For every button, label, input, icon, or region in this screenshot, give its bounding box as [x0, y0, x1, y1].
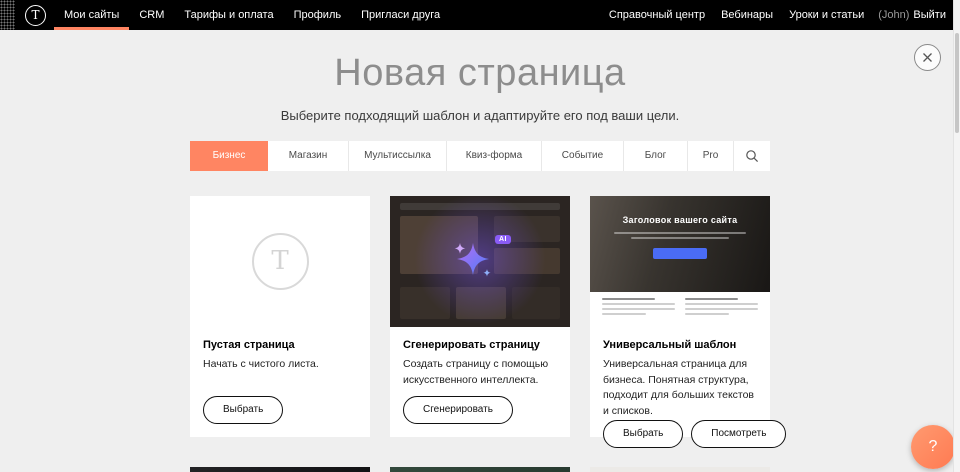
tab-blog[interactable]: Блог [624, 141, 688, 171]
tilda-mark-letter: T [271, 246, 288, 276]
secondary-nav: Справочный центр Вебинары Уроки и статьи… [601, 0, 960, 30]
template-preview [590, 467, 770, 472]
placeholder-line [602, 308, 675, 310]
placeholder-line [614, 232, 746, 234]
template-category-tabs: Бизнес Магазин Мультиссылка Квиз-форма С… [190, 141, 770, 171]
nav-webinars[interactable]: Вебинары [713, 9, 781, 21]
tab-event[interactable]: Событие [542, 141, 624, 171]
preview-site-heading: Заголовок вашего сайта [623, 215, 738, 225]
main-nav: Мои сайты CRM Тарифы и оплата Профиль Пр… [54, 0, 450, 30]
template-preview [190, 467, 370, 472]
tab-pro[interactable]: Pro [688, 141, 734, 171]
template-card[interactable] [390, 467, 570, 472]
preview-text-column [602, 298, 675, 321]
tilda-logo-letter: T [31, 9, 39, 21]
scrollbar-track[interactable] [953, 0, 960, 472]
generate-page-button[interactable]: Сгенерировать [403, 396, 513, 424]
template-preview [390, 467, 570, 472]
ai-sparkle-icon: AI [451, 236, 509, 286]
search-icon [745, 149, 759, 163]
template-card[interactable] [190, 467, 370, 472]
card-body: Сгенерировать страницу Создать страницу … [390, 327, 570, 437]
top-navigation-bar: T Мои сайты CRM Тарифы и оплата Профиль … [0, 0, 960, 30]
nav-my-sites[interactable]: Мои сайты [54, 0, 129, 30]
placeholder-line [631, 237, 729, 239]
placeholder-line [602, 313, 646, 315]
help-button[interactable]: ? [911, 425, 955, 469]
select-blank-page-button[interactable]: Выбрать [203, 396, 283, 424]
page-subtitle: Выберите подходящий шаблон и адаптируйте… [0, 108, 960, 123]
universal-template-preview: Заголовок вашего сайта [590, 196, 770, 327]
card-title: Сгенерировать страницу [403, 339, 557, 351]
placeholder-line [685, 313, 729, 315]
tab-multilink[interactable]: Мультиссылка [349, 141, 447, 171]
placeholder-line [685, 298, 738, 300]
nav-profile[interactable]: Профиль [284, 0, 352, 30]
template-card[interactable] [590, 467, 770, 472]
tab-shop[interactable]: Магазин [268, 141, 349, 171]
tab-business[interactable]: Бизнес [190, 141, 268, 171]
placeholder-line [685, 303, 758, 305]
card-description: Создать страницу с помощью искусственног… [403, 357, 557, 389]
blank-page-preview: T [190, 196, 370, 327]
scrollbar-thumb[interactable] [955, 33, 959, 133]
card-title: Пустая страница [203, 339, 357, 351]
user-name: (John) [878, 9, 909, 21]
ai-generate-preview: AI [390, 196, 570, 327]
preview-text-section [590, 292, 770, 327]
tilda-logo[interactable]: T [25, 5, 46, 26]
ai-badge: AI [495, 235, 511, 244]
corner-pattern-decoration [0, 0, 15, 30]
card-body: Пустая страница Начать с чистого листа. … [190, 327, 370, 437]
card-actions: Выбрать Посмотреть [603, 420, 757, 448]
nav-lessons-articles[interactable]: Уроки и статьи [781, 9, 872, 21]
template-card-blank-page[interactable]: T Пустая страница Начать с чистого листа… [190, 196, 370, 437]
preview-hero-section: Заголовок вашего сайта [590, 196, 770, 292]
nav-invite-friend[interactable]: Пригласи друга [351, 0, 450, 30]
card-description: Универсальная страница для бизнеса. Поня… [603, 357, 757, 420]
nav-help-center[interactable]: Справочный центр [601, 9, 713, 21]
template-card-universal[interactable]: Заголовок вашего сайта [590, 196, 770, 437]
close-button[interactable] [914, 44, 941, 71]
close-icon [922, 52, 933, 63]
placeholder-line [685, 308, 758, 310]
template-card-ai-generate[interactable]: AI Сгенерировать страницу Создать страни… [390, 196, 570, 437]
nav-tariffs-and-payment[interactable]: Тарифы и оплата [174, 0, 283, 30]
card-description: Начать с чистого листа. [203, 357, 357, 373]
card-title: Универсальный шаблон [603, 339, 757, 351]
tilda-mark-icon: T [252, 233, 309, 290]
card-actions: Сгенерировать [403, 396, 557, 424]
logout-link[interactable]: Выйти [913, 9, 946, 21]
card-body: Универсальный шаблон Универсальная стран… [590, 327, 770, 461]
placeholder-line [602, 298, 655, 300]
tab-search[interactable] [734, 141, 770, 171]
select-universal-template-button[interactable]: Выбрать [603, 420, 683, 448]
page-title: Новая страница [0, 53, 960, 95]
card-actions: Выбрать [203, 396, 357, 424]
preview-text-column [685, 298, 758, 321]
tab-quiz-form[interactable]: Квиз-форма [447, 141, 542, 171]
template-cards-grid: T Пустая страница Начать с чистого листа… [190, 196, 770, 472]
view-universal-template-button[interactable]: Посмотреть [691, 420, 786, 448]
nav-crm[interactable]: CRM [129, 0, 174, 30]
placeholder-line [602, 303, 675, 305]
preview-cta-button [653, 248, 707, 259]
